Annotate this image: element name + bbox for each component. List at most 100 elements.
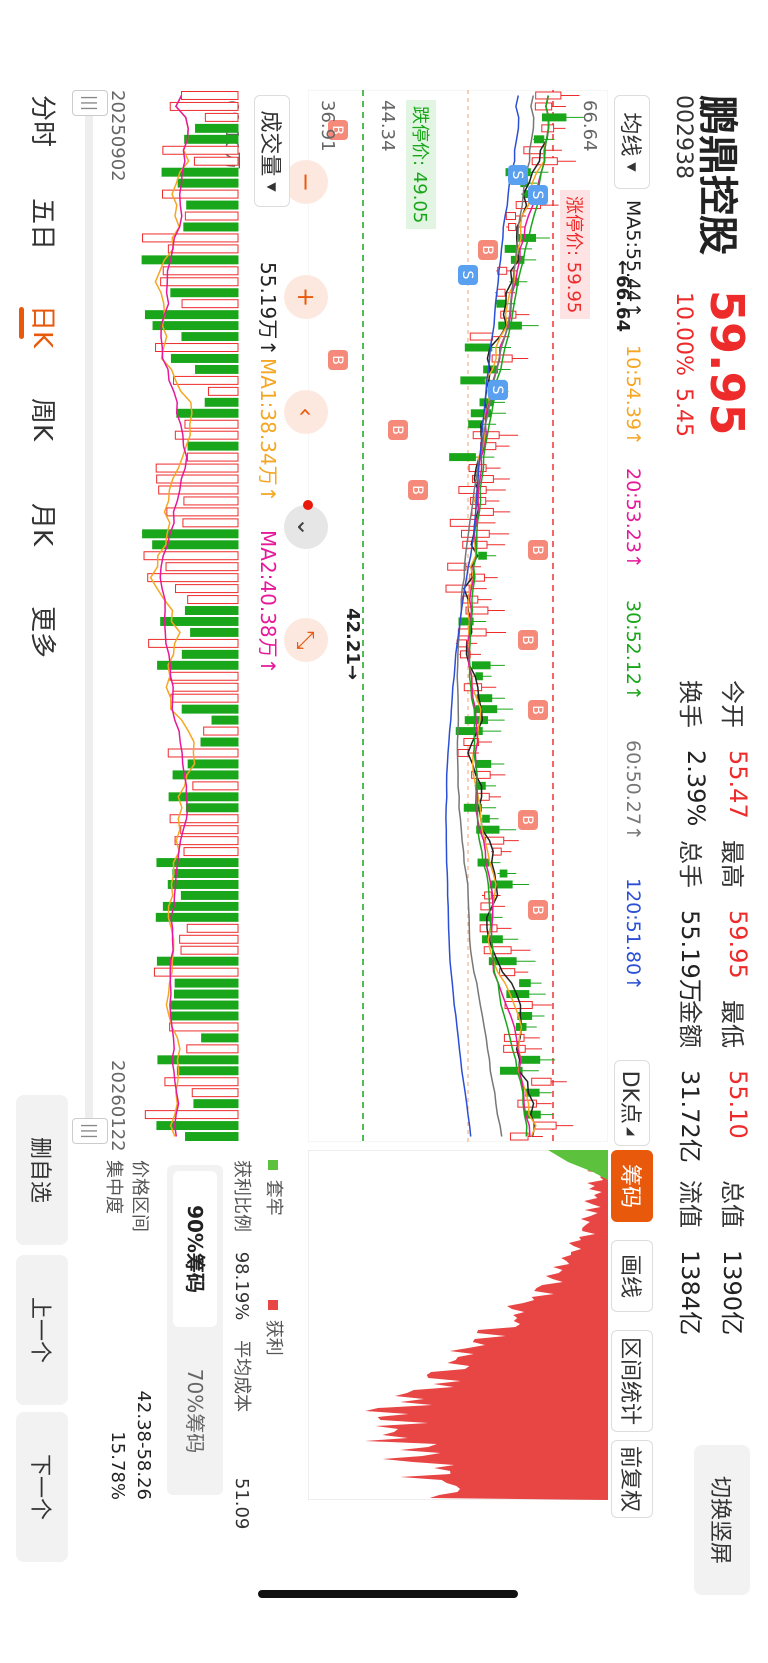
volume-ma-value: MA2:40.38万↑ xyxy=(256,530,280,675)
sell-signal[interactable]: S xyxy=(458,265,478,285)
volume-ma-value: MA1:38.34万↑ xyxy=(256,358,280,503)
buy-signal[interactable]: B xyxy=(518,810,538,830)
chip-tab[interactable]: 70%筹码 xyxy=(173,1333,217,1489)
signal-text: B xyxy=(529,545,545,555)
volume-bar xyxy=(211,715,239,725)
price-high-label: 66.64 xyxy=(579,100,600,152)
side-button[interactable]: 下一个 xyxy=(16,1412,68,1562)
candle xyxy=(449,518,477,527)
volume-bar xyxy=(181,332,239,342)
candle xyxy=(509,1132,529,1141)
buy-signal[interactable]: B xyxy=(528,700,548,720)
volume-bar xyxy=(183,496,239,506)
stat-value: 59.95 xyxy=(724,910,752,979)
range-handle-right[interactable]: ||| xyxy=(72,1118,108,1144)
sell-signal[interactable]: S xyxy=(508,165,528,185)
period-tab[interactable]: 更多 xyxy=(26,606,63,658)
period-tab[interactable]: 周K xyxy=(26,398,63,441)
tool-button[interactable]: 区间统计 xyxy=(611,1330,653,1432)
ma-select[interactable]: 均线 ▼ xyxy=(614,95,650,189)
tool-button[interactable]: 画线 xyxy=(611,1240,653,1312)
scroll-left-button[interactable]: ‹ xyxy=(284,390,328,434)
volume-bar xyxy=(169,1022,239,1032)
collapse-button[interactable]: ⌄ xyxy=(284,505,328,549)
zoom-out-button[interactable]: − xyxy=(284,160,328,204)
candle xyxy=(477,792,490,801)
stat-value: 1390亿 xyxy=(718,1250,746,1336)
sell-signal[interactable]: S xyxy=(528,185,548,205)
reset-zoom-button[interactable]: ⤡ xyxy=(284,618,328,662)
tool-button[interactable]: 筹码 xyxy=(611,1150,653,1222)
volume-bar xyxy=(181,649,239,659)
range-handle-left[interactable]: ||| xyxy=(72,90,108,116)
candle xyxy=(475,672,483,681)
volume-bar xyxy=(204,112,239,122)
candle xyxy=(534,102,553,111)
switch-portrait-button[interactable]: 切换竖屏 xyxy=(694,1445,750,1595)
volume-bar xyxy=(185,803,239,813)
candle xyxy=(482,814,490,823)
side-button[interactable]: 删自选 xyxy=(16,1095,68,1245)
buy-signal[interactable]: B xyxy=(518,630,538,650)
volume-bar xyxy=(153,967,239,977)
period-tab[interactable]: 月K xyxy=(26,503,63,546)
active-tab-indicator xyxy=(19,307,24,339)
signal-text: S xyxy=(509,171,525,180)
volume-select[interactable]: 成交量 ▼ xyxy=(254,95,290,207)
buy-signal[interactable]: B xyxy=(528,900,548,920)
volume-bar xyxy=(187,441,239,451)
profit-swatch-icon xyxy=(268,1300,278,1310)
volume-bar xyxy=(184,419,239,429)
volume-bar xyxy=(177,178,239,188)
range-scrollbar[interactable] xyxy=(85,95,93,1135)
volume-bar xyxy=(152,321,239,331)
concentration-row: 集中度 15.78% xyxy=(103,1160,128,1500)
buy-signal[interactable]: B xyxy=(328,350,348,370)
volume-bar xyxy=(180,890,239,900)
period-tab[interactable]: 分时 xyxy=(26,95,63,147)
volume-bar xyxy=(179,934,239,944)
candle xyxy=(478,551,487,560)
volume-bar xyxy=(167,244,239,254)
volume-bar xyxy=(162,266,239,276)
stat-label: 总值 xyxy=(718,1180,746,1228)
ma-value: 20:53.23↑ xyxy=(622,468,644,569)
candle xyxy=(475,759,492,768)
volume-bar xyxy=(195,364,239,374)
stock-code: 002938 xyxy=(671,95,696,179)
ma-value: 120:51.80↑ xyxy=(622,878,644,991)
buy-signal[interactable]: B xyxy=(528,540,548,560)
volume-chart[interactable] xyxy=(98,90,248,1142)
volume-bar xyxy=(155,343,239,353)
limit-down-label: 跌停价: 49.05 xyxy=(406,100,436,230)
volume-bar xyxy=(190,627,239,637)
buy-signal[interactable]: B xyxy=(388,420,408,440)
volume-bar xyxy=(170,1011,239,1021)
signal-text: S xyxy=(459,271,475,280)
dk-point-button[interactable]: DK点 ◢ xyxy=(614,1060,650,1146)
volume-bar xyxy=(203,726,239,736)
tool-button[interactable]: 前复权 xyxy=(611,1440,653,1518)
change-pct: 10.00% xyxy=(671,292,696,376)
volume-bar xyxy=(157,1055,239,1065)
stat-value: 31.72亿 xyxy=(676,1070,704,1163)
side-button[interactable]: 上一个 xyxy=(16,1255,68,1405)
chip-tab[interactable]: 90%筹码 xyxy=(173,1171,217,1327)
start-date: 20250902 xyxy=(107,90,128,182)
buy-signal[interactable]: B xyxy=(408,480,428,500)
zoom-in-button[interactable]: + xyxy=(284,275,328,319)
period-tab[interactable]: 日K xyxy=(26,305,63,348)
end-date: 20260122 xyxy=(107,1060,128,1152)
volume-bar xyxy=(169,101,239,111)
chip-distribution-chart[interactable] xyxy=(308,1150,608,1500)
home-indicator[interactable] xyxy=(258,1590,518,1598)
volume-bar xyxy=(155,463,239,473)
buy-signal[interactable]: B xyxy=(478,240,498,260)
volume-bar xyxy=(187,595,239,605)
sell-signal[interactable]: S xyxy=(488,380,508,400)
profit-ratio: 获利比例 98.19% 平均成本 51.09 xyxy=(231,1160,252,1530)
period-tab[interactable]: 五日 xyxy=(26,198,63,250)
profit-legend: 获利 xyxy=(262,1300,288,1356)
volume-bar xyxy=(182,518,239,528)
candle xyxy=(471,661,491,670)
